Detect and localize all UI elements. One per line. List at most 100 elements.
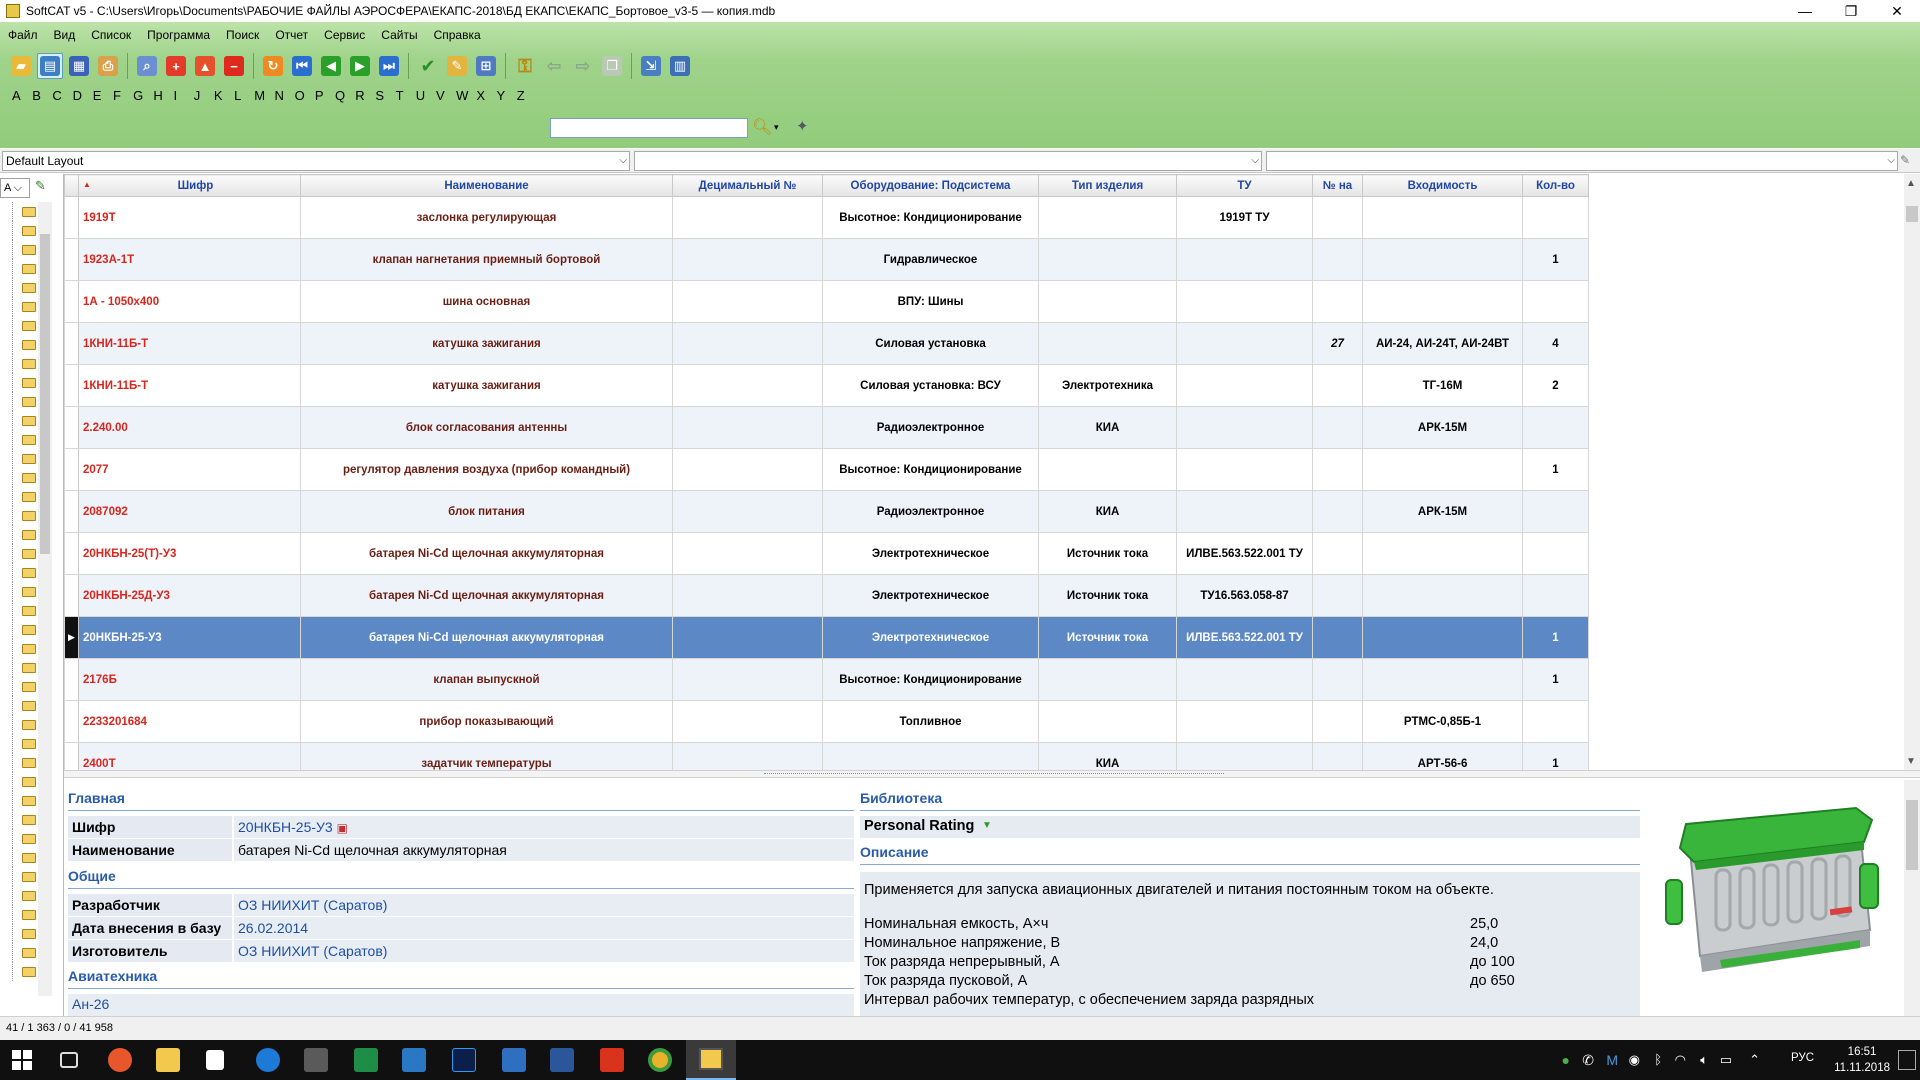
cell-qty[interactable]: 1 bbox=[1522, 658, 1589, 701]
maximize-button[interactable]: ❐ bbox=[1828, 0, 1874, 22]
cell-name[interactable]: заслонка регулирующая bbox=[300, 196, 673, 239]
cell-no[interactable] bbox=[1312, 658, 1363, 701]
table-row[interactable]: 1923А-1Т клапан нагнетания приемный борто… bbox=[64, 238, 1589, 281]
minimize-button[interactable]: — bbox=[1782, 0, 1828, 22]
window-icon[interactable]: ❐ bbox=[599, 53, 625, 79]
menu-item-1[interactable]: Вид bbox=[46, 26, 84, 44]
chevron-down-icon[interactable]: ▼ bbox=[982, 820, 992, 831]
alpha-filter-q[interactable]: Q bbox=[335, 88, 355, 103]
cell-no[interactable] bbox=[1312, 532, 1363, 575]
tree-node[interactable] bbox=[0, 696, 40, 715]
cell-dec[interactable] bbox=[672, 616, 823, 659]
cell-incl[interactable]: АРК-15М bbox=[1362, 406, 1523, 449]
column-header[interactable]: Наименование bbox=[300, 174, 673, 197]
cell-equip[interactable]: Радиоэлектронное bbox=[822, 406, 1039, 449]
aviation-value[interactable]: Ан-26 bbox=[72, 996, 109, 1012]
tree-node[interactable] bbox=[0, 354, 40, 373]
app-icon-4[interactable] bbox=[502, 1048, 526, 1072]
tree-node[interactable] bbox=[0, 753, 40, 772]
last-record-icon[interactable]: ⏭ bbox=[376, 53, 402, 79]
tree-node[interactable] bbox=[0, 506, 40, 525]
cell-name[interactable]: прибор показывающий bbox=[300, 700, 673, 743]
cell-no[interactable] bbox=[1312, 448, 1363, 491]
cell-incl[interactable]: АРТ-56-6 bbox=[1362, 742, 1523, 770]
cell-type[interactable] bbox=[1038, 322, 1177, 365]
column-header[interactable]: Тип изделия bbox=[1038, 174, 1177, 197]
tree-node[interactable] bbox=[0, 658, 40, 677]
row-indicator[interactable] bbox=[64, 364, 79, 407]
cell-equip[interactable]: Гидравлическое bbox=[822, 238, 1039, 281]
search-dropdown-icon[interactable]: ▾ bbox=[774, 122, 784, 132]
menu-item-3[interactable]: Программа bbox=[139, 26, 218, 44]
scroll-up-icon[interactable]: ▲ bbox=[1906, 178, 1916, 189]
cell-incl[interactable] bbox=[1362, 616, 1523, 659]
cell-tu[interactable] bbox=[1176, 700, 1313, 743]
menu-item-2[interactable]: Список bbox=[83, 26, 139, 44]
cell-tu[interactable] bbox=[1176, 238, 1313, 281]
alpha-filter-f[interactable]: F bbox=[113, 88, 133, 103]
tree-node[interactable] bbox=[0, 449, 40, 468]
pin-icon[interactable]: ✎ bbox=[1900, 153, 1910, 167]
cell-qty[interactable]: 1 bbox=[1522, 238, 1589, 281]
cell-equip[interactable]: Силовая установка: ВСУ bbox=[822, 364, 1039, 407]
cell-type[interactable] bbox=[1038, 700, 1177, 743]
developer-value[interactable]: ОЗ НИИХИТ (Саратов) bbox=[234, 894, 854, 916]
row-indicator[interactable] bbox=[64, 742, 79, 770]
table-row[interactable]: 1КНИ-11Б-Т катушка зажигания Силовая устан… bbox=[64, 364, 1589, 407]
panel-splitter[interactable] bbox=[64, 770, 1920, 778]
cell-code[interactable]: 1А - 1050х400 bbox=[78, 280, 301, 323]
tree-node[interactable] bbox=[0, 886, 40, 905]
cell-name[interactable]: батарея Ni-Cd щелочная аккумуляторная bbox=[300, 532, 673, 575]
cell-dec[interactable] bbox=[672, 448, 823, 491]
open-folder-icon[interactable]: ▰ bbox=[8, 53, 34, 79]
cell-name[interactable]: блок питания bbox=[300, 490, 673, 533]
cell-code[interactable]: 2400Т bbox=[78, 742, 301, 770]
menu-item-5[interactable]: Отчет bbox=[267, 26, 316, 44]
key-icon[interactable]: ⚿ bbox=[512, 53, 538, 79]
cell-qty[interactable]: 1 bbox=[1522, 448, 1589, 491]
cell-code[interactable]: 2233201684 bbox=[78, 700, 301, 743]
cell-code[interactable]: 1923А-1Т bbox=[78, 238, 301, 281]
tree-node[interactable] bbox=[0, 544, 40, 563]
cell-code[interactable]: 2176Б bbox=[78, 658, 301, 701]
cell-code[interactable]: 1919Т bbox=[78, 196, 301, 239]
cell-qty[interactable] bbox=[1522, 196, 1589, 239]
firefox-icon[interactable] bbox=[108, 1048, 132, 1072]
cell-dec[interactable] bbox=[672, 574, 823, 617]
cell-dec[interactable] bbox=[672, 364, 823, 407]
tree-node[interactable] bbox=[0, 392, 40, 411]
cell-no[interactable] bbox=[1312, 490, 1363, 533]
tree-node[interactable] bbox=[0, 962, 40, 981]
cell-incl[interactable] bbox=[1362, 448, 1523, 491]
cell-name[interactable]: шина основная bbox=[300, 280, 673, 323]
edit-record-icon[interactable]: ▣ bbox=[337, 821, 348, 835]
grid-view-icon[interactable]: ⊞ bbox=[473, 53, 499, 79]
cell-equip[interactable]: Электротехническое bbox=[822, 574, 1039, 617]
cell-code[interactable]: 2077 bbox=[78, 448, 301, 491]
photoshop-icon[interactable] bbox=[452, 1048, 476, 1072]
cell-dec[interactable] bbox=[672, 238, 823, 281]
cell-tu[interactable] bbox=[1176, 322, 1313, 365]
cell-dec[interactable] bbox=[672, 280, 823, 323]
add-record-icon[interactable]: + bbox=[163, 53, 189, 79]
tree-node[interactable] bbox=[0, 411, 40, 430]
filter-select-2[interactable]: ⌵ bbox=[634, 151, 1262, 171]
cell-type[interactable]: КИА bbox=[1038, 742, 1177, 770]
cell-no[interactable] bbox=[1312, 700, 1363, 743]
cell-incl[interactable]: ТГ-16М bbox=[1362, 364, 1523, 407]
tree-node[interactable] bbox=[0, 278, 40, 297]
column-header[interactable]: Децимальный № bbox=[672, 174, 823, 197]
alpha-filter-v[interactable]: V bbox=[436, 88, 456, 103]
word-icon[interactable] bbox=[550, 1048, 574, 1072]
tree-node[interactable] bbox=[0, 373, 40, 392]
tree-node[interactable] bbox=[0, 677, 40, 696]
forward-arrow-icon[interactable]: ⇨ bbox=[570, 53, 596, 79]
cell-qty[interactable]: 2 bbox=[1522, 364, 1589, 407]
row-indicator[interactable] bbox=[64, 700, 79, 743]
table-icon[interactable]: ▦ bbox=[66, 53, 92, 79]
table-row[interactable]: 2077 регулятор давления воздуха (прибор к… bbox=[64, 448, 1589, 491]
export-icon[interactable]: ⇲ bbox=[638, 53, 664, 79]
file-explorer-icon[interactable] bbox=[156, 1048, 180, 1072]
cell-incl[interactable]: АИ-24, АИ-24Т, АИ-24ВТ bbox=[1362, 322, 1523, 365]
tray-app-icon-4[interactable]: ◉ bbox=[1629, 1052, 1640, 1068]
